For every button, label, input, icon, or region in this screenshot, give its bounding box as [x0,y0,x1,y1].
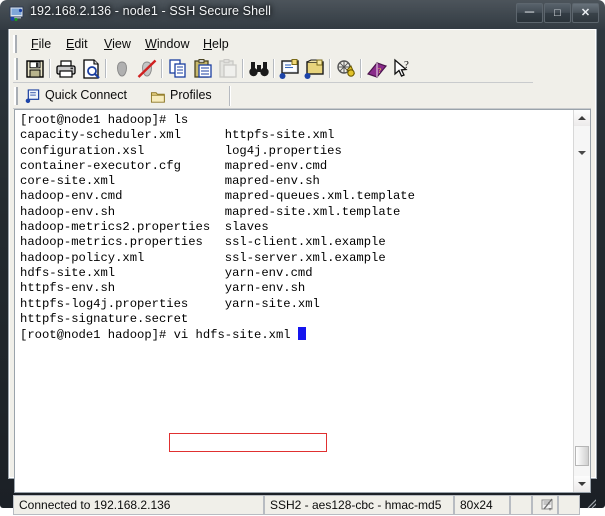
status-cell-empty-1 [510,495,532,515]
terminal-line: httpfs-log4j.properties yarn-site.xml [20,296,320,311]
print-icon[interactable] [54,57,78,81]
quick-connect-icon [25,89,40,104]
profiles-label: Profiles [170,88,212,102]
context-help-icon[interactable]: ? [390,57,414,81]
toolbar-separator-3 [161,59,163,78]
toolbar-separator-5 [273,59,275,78]
terminal-line: httpfs-env.sh yarn-env.sh [20,281,306,296]
status-encryption-indicator [532,495,558,515]
status-cipher: SSH2 - aes128-cbc - hmac-md5 [264,495,454,515]
terminal-line: container-executor.cfg mapred-env.cmd [20,158,328,173]
close-icon: ✕ [580,7,591,19]
terminal-prompt-line: [root@node1 hadoop]# vi hdfs-site.xml [20,327,415,342]
command-highlight-box [169,433,327,452]
terminal-line: core-site.xml mapred-env.sh [20,174,320,189]
terminal-line: hadoop-env.sh mapred-site.xml.template [20,204,401,219]
menu-view[interactable]: View [98,35,137,53]
window-title: 192.168.2.136 - node1 - SSH Secure Shell [30,4,271,18]
settings-icon[interactable] [334,57,358,81]
maximize-icon: □ [554,7,561,19]
menu-window[interactable]: Window [139,35,195,53]
scroll-up-arrow[interactable] [574,110,590,126]
toolbar-separator-4 [242,59,244,78]
menu-drag-grip[interactable] [13,35,18,53]
profiles-button[interactable]: Profiles [148,85,212,106]
application-window: 192.168.2.136 - node1 - SSH Secure Shell… [0,0,605,515]
status-cell-empty-2 [558,495,580,515]
new-terminal-icon[interactable] [278,57,302,81]
terminal-vertical-scrollbar[interactable] [573,110,590,492]
disconnect-icon[interactable] [135,57,159,81]
svg-text:?: ? [404,59,409,71]
current-command-text: vi hdfs-site.xml [173,328,298,343]
status-connection: Connected to 192.168.2.136 [13,495,264,515]
terminal-line: hdfs-site.xml yarn-env.cmd [20,265,313,280]
status-terminal-size: 80x24 [454,495,510,515]
paste-icon[interactable] [191,57,215,81]
quick-connect-bar: Quick Connect Profiles [13,83,591,109]
menu-edit[interactable]: Edit [60,35,94,53]
terminal-frame: [root@node1 hadoop]# ls capacity-schedule… [14,109,591,493]
new-file-transfer-icon[interactable] [303,57,327,81]
toolbar-separator-7 [360,59,362,78]
client-area: File Edit View Window Help ? ? Quick Con… [8,29,597,515]
quickbar-drag-grip[interactable] [14,87,19,105]
status-bar: Connected to 192.168.2.136 SSH2 - aes128… [13,495,596,516]
minimize-button[interactable]: ─ [516,3,543,23]
block-cursor [297,327,306,341]
ssh-app-icon [9,6,24,21]
title-bar: 192.168.2.136 - node1 - SSH Secure Shell… [0,0,605,29]
connect-icon[interactable] [110,57,134,81]
save-icon[interactable] [23,57,47,81]
scroll-down-arrow[interactable] [574,476,590,492]
encrypt-indicator-icon [541,498,553,511]
close-button[interactable]: ✕ [572,3,599,23]
shell-prompt: [root@node1 hadoop]# [20,328,174,343]
maximize-button[interactable]: □ [544,3,571,23]
quick-connect-label: Quick Connect [45,88,127,102]
terminal-line: configuration.xsl log4j.properties [20,143,342,158]
terminal-line: hadoop-metrics2.properties slaves [20,220,269,235]
terminal-line: capacity-scheduler.xml httpfs-site.xml [20,128,335,143]
toolbar-drag-grip[interactable] [14,58,19,80]
scroll-thumb[interactable] [575,446,589,466]
help-book-icon[interactable]: ? [365,57,389,81]
quick-connect-button[interactable]: Quick Connect [23,85,127,106]
terminal-line: [root@node1 hadoop]# ls [20,113,189,127]
minimize-icon: ─ [524,4,535,19]
terminal-output[interactable]: [root@node1 hadoop]# ls capacity-schedule… [15,110,573,492]
tool-bar: ? ? [13,55,591,83]
menu-bar: File Edit View Window Help [13,33,591,55]
terminal-line: httpfs-signature.secret [20,311,189,326]
resize-grip[interactable] [580,495,596,515]
toolbar-separator-1 [49,59,51,78]
menu-file[interactable]: File [25,35,57,53]
quickbar-divider [229,86,231,106]
toolbar-separator-2 [105,59,107,78]
print-preview-icon[interactable] [79,57,103,81]
scroll-position-marker [578,151,586,155]
scrollbar-track[interactable] [574,126,590,476]
profiles-folder-icon [150,92,165,103]
toolbar-separator-6 [329,59,331,78]
resize-grip-icon [587,499,596,509]
terminal-line: hadoop-policy.xml ssl-server.xml.example [20,250,386,265]
terminal-line: hadoop-metrics.properties ssl-client.xml… [20,235,386,250]
find-icon[interactable] [247,57,271,81]
svg-text:?: ? [378,67,381,75]
paste-disabled-icon [216,57,240,81]
copy-icon[interactable] [166,57,190,81]
terminal-text: [root@node1 hadoop]# ls capacity-schedule… [20,113,415,342]
menu-help[interactable]: Help [197,35,235,53]
terminal-line: hadoop-env.cmd mapred-queues.xml.templat… [20,189,415,204]
